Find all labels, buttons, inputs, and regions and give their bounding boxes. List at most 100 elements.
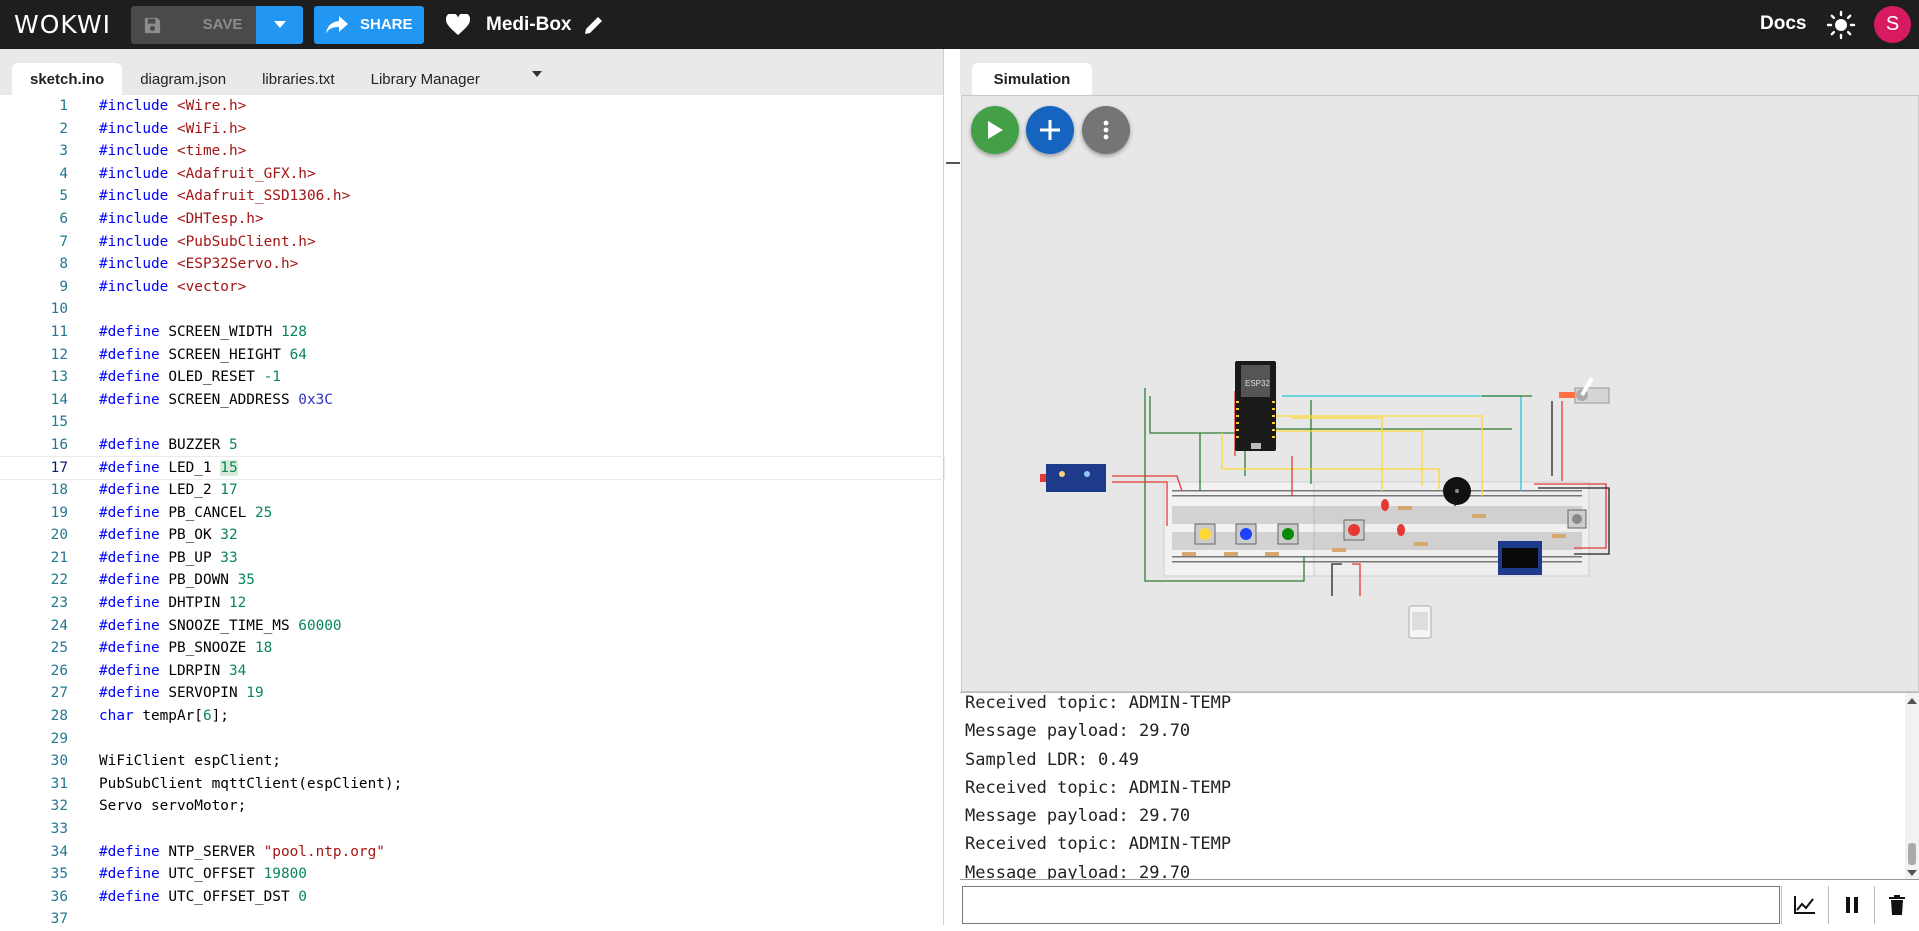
code-line[interactable]: 8 #include <ESP32Servo.h> xyxy=(0,253,944,276)
pause-button[interactable] xyxy=(1828,886,1874,924)
code-line[interactable]: 19 #define PB_CANCEL 25 xyxy=(0,502,944,525)
code-line[interactable]: 18 #define LED_2 17 xyxy=(0,479,944,502)
line-number: 7 xyxy=(59,233,68,250)
code-line[interactable]: 27 #define SERVOPIN 19 xyxy=(0,682,944,705)
code-line[interactable]: 1 #include <Wire.h> xyxy=(0,95,944,118)
line-number: 8 xyxy=(59,256,68,273)
tab-library-manager[interactable]: Library Manager xyxy=(353,63,498,95)
code-line[interactable]: 33 xyxy=(0,818,944,841)
pause-icon xyxy=(1845,897,1858,913)
line-number: 3 xyxy=(59,143,68,160)
code-line[interactable]: 10 xyxy=(0,298,944,321)
code-line[interactable]: 2 #include <WiFi.h> xyxy=(0,118,944,141)
line-number: 12 xyxy=(50,346,68,363)
svg-text:ESP32: ESP32 xyxy=(1245,379,1270,388)
code-line[interactable]: 11 #define SCREEN_WIDTH 128 xyxy=(0,321,944,344)
tab-simulation[interactable]: Simulation xyxy=(972,63,1092,95)
wokwi-logo[interactable]: WOKWI xyxy=(14,10,111,39)
code-line[interactable]: 24 #define SNOOZE_TIME_MS 60000 xyxy=(0,615,944,638)
code-text: #define LDRPIN 34 xyxy=(99,662,247,679)
plotter-button[interactable] xyxy=(1781,886,1827,924)
rename-button[interactable] xyxy=(582,13,606,37)
code-line[interactable]: 28 char tempAr[6]; xyxy=(0,705,944,728)
line-number: 18 xyxy=(50,482,68,499)
code-text: #define OLED_RESET -1 xyxy=(99,369,281,386)
sun-icon[interactable] xyxy=(1826,10,1856,40)
code-line[interactable]: 34 #define NTP_SERVER "pool.ntp.org" xyxy=(0,841,944,864)
code-text: #define DHTPIN 12 xyxy=(99,595,247,612)
code-line[interactable]: 17 #define LED_1 15 xyxy=(0,455,945,481)
code-line[interactable]: 6 #include <DHTesp.h> xyxy=(0,208,944,231)
line-number: 25 xyxy=(50,640,68,657)
floppy-icon xyxy=(144,17,161,33)
code-line[interactable]: 25 #define PB_SNOOZE 18 xyxy=(0,637,944,660)
line-number: 5 xyxy=(59,188,68,205)
code-line[interactable]: 9 #include <vector> xyxy=(0,276,944,299)
line-number: 27 xyxy=(50,685,68,702)
clear-button[interactable] xyxy=(1874,886,1919,924)
code-line[interactable]: 23 #define DHTPIN 12 xyxy=(0,592,944,615)
line-number: 37 xyxy=(50,911,68,928)
code-line[interactable]: 5 #include <Adafruit_SSD1306.h> xyxy=(0,185,944,208)
code-line[interactable]: 37 xyxy=(0,908,944,931)
serial-scrollbar[interactable] xyxy=(1905,693,1919,880)
code-line[interactable]: 15 xyxy=(0,411,944,434)
code-line[interactable]: 20 #define PB_OK 32 xyxy=(0,524,944,547)
code-line[interactable]: 36 #define UTC_OFFSET_DST 0 xyxy=(0,886,944,909)
line-number: 2 xyxy=(59,120,68,137)
line-number: 31 xyxy=(50,775,68,792)
code-text: #define LED_2 17 xyxy=(99,482,238,499)
scroll-thumb[interactable] xyxy=(1908,843,1916,865)
scroll-down-icon[interactable] xyxy=(1905,867,1919,879)
top-bar: WOKWI SAVE SHARE Medi-Box Docs S xyxy=(0,0,1919,49)
code-line[interactable]: 21 #define PB_UP 33 xyxy=(0,547,944,570)
line-number: 13 xyxy=(50,369,68,386)
avatar[interactable]: S xyxy=(1874,6,1911,43)
code-line[interactable]: 35 #define UTC_OFFSET 19800 xyxy=(0,863,944,886)
code-text: #define SNOOZE_TIME_MS 60000 xyxy=(99,617,342,634)
scroll-up-icon[interactable] xyxy=(1905,695,1919,707)
line-number: 33 xyxy=(50,821,68,837)
share-button[interactable]: SHARE xyxy=(314,5,424,44)
code-text: #include <WiFi.h> xyxy=(99,120,247,137)
dht-sensor xyxy=(1408,605,1432,639)
oled-display xyxy=(1498,541,1542,575)
code-line[interactable]: 29 xyxy=(0,728,944,751)
code-line[interactable]: 16 #define BUZZER 5 xyxy=(0,434,944,457)
code-line[interactable]: 3 #include <time.h> xyxy=(0,140,944,163)
code-line[interactable]: 31 PubSubClient mqttClient(espClient); xyxy=(0,773,944,796)
code-line[interactable]: 12 #define SCREEN_HEIGHT 64 xyxy=(0,344,944,367)
code-line[interactable]: 26 #define LDRPIN 34 xyxy=(0,660,944,683)
docs-link[interactable]: Docs xyxy=(1760,13,1806,35)
line-number: 30 xyxy=(50,753,68,770)
share-arrow-icon xyxy=(326,15,348,34)
code-line[interactable]: 4 #include <Adafruit_GFX.h> xyxy=(0,163,944,186)
code-text: Servo servoMotor; xyxy=(99,798,247,815)
code-line[interactable]: 22 #define PB_DOWN 35 xyxy=(0,569,944,592)
code-editor[interactable]: 1 #include <Wire.h> 2 #include <WiFi.h> 3 #in… xyxy=(0,95,945,927)
tab-diagram-json[interactable]: diagram.json xyxy=(122,63,244,95)
save-dropdown-button[interactable] xyxy=(256,5,303,44)
ldr-module xyxy=(1040,464,1106,492)
serial-input[interactable] xyxy=(962,886,1780,924)
line-number: 29 xyxy=(50,730,68,747)
share-label: SHARE xyxy=(360,16,413,33)
code-text: #define UTC_OFFSET_DST 0 xyxy=(99,888,307,905)
code-line[interactable]: 32 Servo servoMotor; xyxy=(0,795,944,818)
tab-sketch-ino[interactable]: sketch.ino xyxy=(12,63,123,95)
tab-libraries-txt[interactable]: libraries.txt xyxy=(244,63,353,95)
code-line[interactable]: 7 #include <PubSubClient.h> xyxy=(0,231,944,254)
save-button[interactable]: SAVE xyxy=(131,5,256,44)
code-text: #define SCREEN_HEIGHT 64 xyxy=(99,346,307,363)
line-number: 19 xyxy=(50,504,68,521)
circuit-diagram: ESP32 xyxy=(1040,361,1610,639)
code-line[interactable]: 13 #define OLED_RESET -1 xyxy=(0,366,944,389)
code-line[interactable]: 14 #define SCREEN_ADDRESS 0x3C xyxy=(0,389,944,412)
save-group: SAVE xyxy=(131,5,303,44)
project-name: Medi-Box xyxy=(486,13,572,35)
like-button[interactable] xyxy=(446,13,470,36)
simulation-canvas[interactable]: ESP32 xyxy=(961,95,1919,692)
code-line[interactable]: 30 WiFiClient espClient; xyxy=(0,750,944,773)
tabs-menu-icon[interactable] xyxy=(531,70,543,78)
